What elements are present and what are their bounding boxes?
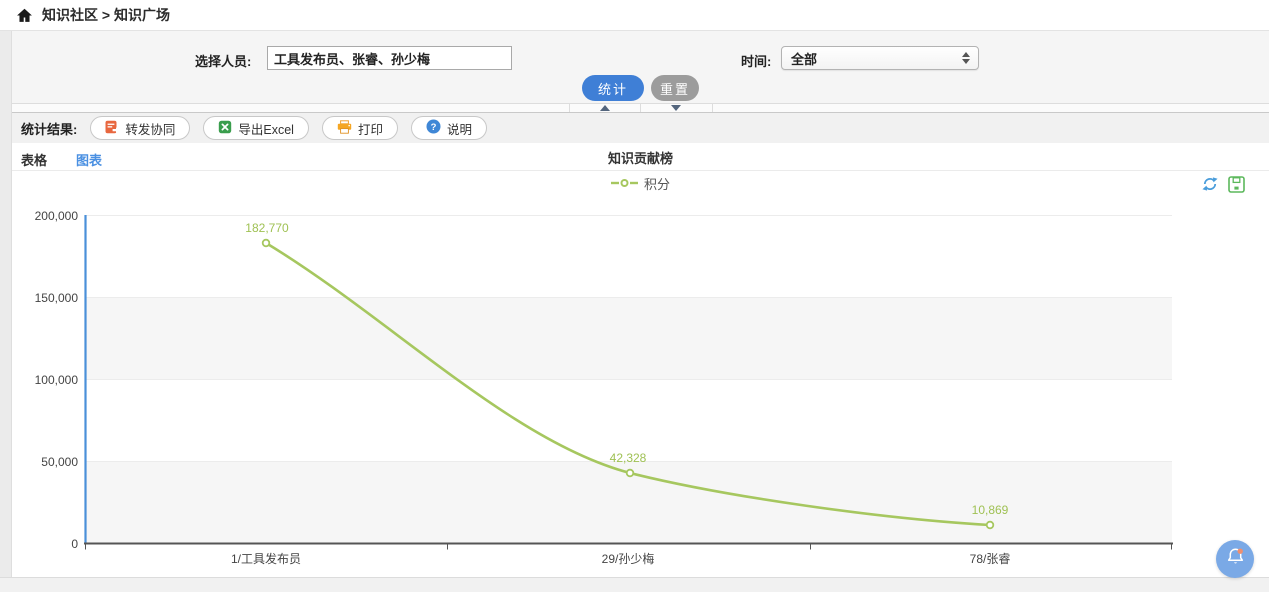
results-toolbar: 统计结果: 转发协同 导出Excel 打印 ? 说明 [12, 113, 1269, 143]
chart-title: 知识贡献榜 [12, 148, 1269, 167]
person-filter-input[interactable] [267, 46, 512, 70]
statistics-button[interactable]: 统计 [582, 75, 644, 101]
legend-item-score[interactable]: 积分 [12, 171, 1269, 196]
save-image-icon[interactable] [1228, 176, 1245, 193]
forward-collab-label: 转发协同 [125, 119, 175, 138]
filter-panel: 选择人员: 时间: 全部 统计 重置 [12, 31, 1269, 103]
filter-actions: 统计 重置 [12, 75, 1269, 101]
x-category-label: 78/张睿 [970, 551, 1011, 566]
breadcrumb[interactable]: 知识社区 > 知识广场 [42, 5, 170, 25]
y-tick-label: 50,000 [41, 455, 78, 469]
reset-button[interactable]: 重置 [651, 75, 699, 101]
bottom-strip [0, 577, 1269, 592]
print-button[interactable]: 打印 [322, 116, 398, 140]
y-tick-label: 0 [71, 537, 78, 551]
home-icon[interactable] [16, 7, 33, 24]
forward-collab-button[interactable]: 转发协同 [90, 116, 190, 140]
printer-icon [337, 120, 352, 137]
time-select[interactable]: 全部 [781, 46, 979, 70]
time-filter-label: 时间: [741, 51, 771, 70]
page: 知识社区 > 知识广场 选择人员: 时间: 全部 统计 重置 统计结果: 转发协… [0, 0, 1269, 592]
refresh-icon[interactable] [1201, 175, 1219, 193]
help-label: 说明 [447, 119, 472, 138]
x-category-label: 1/工具发布员 [231, 551, 301, 566]
triangle-down-icon [671, 105, 681, 111]
value-label: 10,869 [972, 503, 1009, 517]
value-label: 42,328 [610, 451, 647, 465]
person-filter-label: 选择人员: [195, 51, 251, 70]
legend-label: 积分 [644, 174, 670, 193]
value-label: 182,770 [245, 221, 289, 235]
data-point[interactable] [263, 240, 270, 247]
print-label: 打印 [358, 119, 383, 138]
notification-bell-button[interactable] [1216, 540, 1254, 578]
select-arrows-icon [959, 52, 973, 64]
split-area-band [85, 297, 1172, 379]
legend-line-marker-icon [611, 175, 638, 193]
top-bar: 知识社区 > 知识广场 [0, 0, 1269, 31]
triangle-up-icon [600, 105, 610, 111]
help-button[interactable]: ? 说明 [411, 116, 487, 140]
results-label: 统计结果: [21, 119, 77, 138]
bell-notification-icon [1225, 546, 1246, 572]
panel-collapse-bar [12, 103, 1269, 113]
chart-toolbox [1201, 175, 1245, 193]
question-circle-icon: ? [426, 119, 441, 137]
tab-row: 表格 图表 知识贡献榜 [12, 143, 1269, 171]
export-excel-button[interactable]: 导出Excel [203, 116, 309, 140]
x-category-label: 29/孙少梅 [602, 551, 655, 566]
time-select-value: 全部 [791, 49, 959, 68]
legend-row: 积分 [12, 171, 1269, 196]
data-point[interactable] [627, 470, 634, 477]
collapse-down-button[interactable] [641, 104, 713, 112]
y-tick-label: 200,000 [35, 209, 79, 223]
svg-text:?: ? [431, 122, 437, 133]
data-point[interactable] [987, 522, 994, 529]
toolbar-buttons: 转发协同 导出Excel 打印 ? 说明 [90, 116, 487, 140]
line-chart-canvas[interactable]: 200,000 150,000 100,000 50,000 0 1/工具发布员… [0, 196, 1269, 577]
y-tick-label: 150,000 [35, 291, 79, 305]
export-excel-label: 导出Excel [238, 119, 294, 138]
forward-document-icon [105, 120, 119, 137]
collapse-up-button[interactable] [569, 104, 641, 112]
excel-icon [218, 120, 232, 137]
x-axis [84, 544, 1173, 550]
y-tick-label: 100,000 [35, 373, 79, 387]
